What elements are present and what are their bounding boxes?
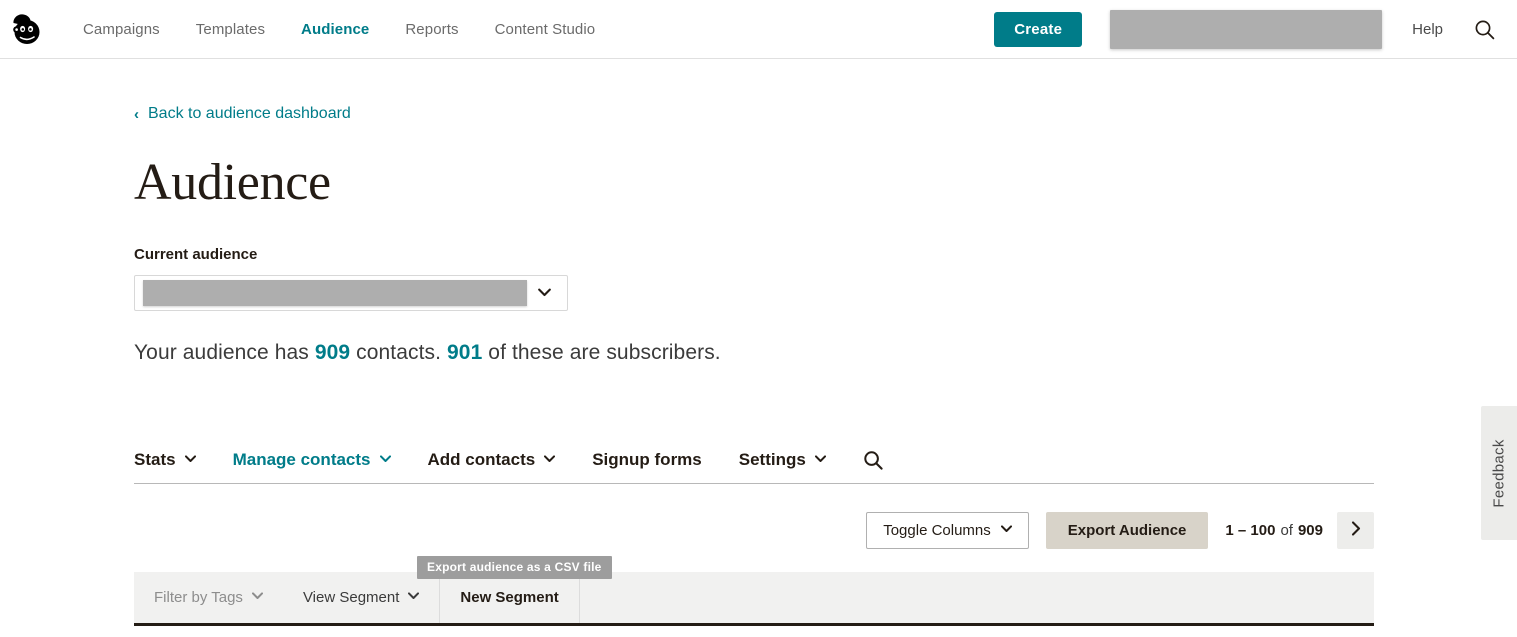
tab-stats[interactable]: Stats <box>134 450 196 470</box>
feedback-tab[interactable]: Feedback <box>1481 406 1517 540</box>
chevron-down-icon <box>527 288 561 297</box>
top-navigation-bar: Campaigns Templates Audience Reports Con… <box>0 0 1517 59</box>
chevron-down-icon <box>251 591 263 603</box>
view-segment-label: View Segment <box>302 588 400 606</box>
top-nav-right-group: Create Help <box>994 0 1517 59</box>
back-to-audience-dashboard-link[interactable]: ‹ Back to audience dashboard <box>134 105 351 123</box>
mailchimp-logo-icon[interactable] <box>8 10 44 48</box>
feedback-tab-label: Feedback <box>1490 438 1508 508</box>
contacts-count: 909 <box>314 340 351 364</box>
help-link[interactable]: Help <box>1412 21 1443 38</box>
nav-link-reports[interactable]: Reports <box>387 21 476 38</box>
chevron-down-icon <box>1000 524 1012 536</box>
summary-middle: contacts. <box>356 340 442 364</box>
tab-signup-forms-label: Signup forms <box>592 450 702 470</box>
chevron-right-icon <box>1351 521 1361 540</box>
pagination: 1 – 100 of 909 <box>1225 522 1323 539</box>
tab-signup-forms[interactable]: Signup forms <box>592 450 702 470</box>
nav-link-templates[interactable]: Templates <box>178 21 283 38</box>
page-title: Audience <box>134 153 331 211</box>
tab-manage-contacts-label: Manage contacts <box>232 450 371 470</box>
next-page-button[interactable] <box>1337 511 1374 549</box>
create-button[interactable]: Create <box>994 12 1083 47</box>
tab-manage-contacts[interactable]: Manage contacts <box>233 450 391 470</box>
current-audience-label: Current audience <box>134 245 258 263</box>
tab-settings-label: Settings <box>738 450 806 470</box>
chevron-down-icon <box>379 454 391 466</box>
toggle-columns-label: Toggle Columns <box>883 521 991 539</box>
audience-summary-text: Your audience has 909 contacts. 901 of t… <box>134 341 1517 365</box>
subscribers-count: 901 <box>447 340 483 364</box>
export-audience-button[interactable]: Export Audience <box>1045 511 1209 549</box>
chevron-left-icon: ‹ <box>134 105 139 123</box>
nav-link-content-studio[interactable]: Content Studio <box>477 21 614 38</box>
chevron-down-icon <box>544 454 556 466</box>
toggle-columns-button[interactable]: Toggle Columns <box>866 511 1029 549</box>
tab-add-contacts[interactable]: Add contacts <box>428 450 556 470</box>
segment-filter-bar: Filter by Tags View Segment New Segment <box>134 571 1374 626</box>
pagination-of-label: of <box>1280 521 1293 539</box>
new-segment-button[interactable]: New Segment <box>440 571 580 623</box>
page-content: ‹ Back to audience dashboard Audience Cu… <box>0 59 1517 626</box>
audience-name-redacted <box>143 279 527 306</box>
chevron-down-icon <box>184 454 196 466</box>
pagination-total: 909 <box>1297 521 1323 539</box>
account-name-redacted[interactable] <box>1110 10 1383 49</box>
primary-nav: Campaigns Templates Audience Reports Con… <box>83 21 613 38</box>
pagination-range: 1 – 100 <box>1225 521 1276 539</box>
nav-link-campaigns[interactable]: Campaigns <box>83 21 178 38</box>
chevron-down-icon <box>814 454 826 466</box>
export-audience-tooltip: Export audience as a CSV file <box>417 555 612 579</box>
summary-suffix: of these are subscribers. <box>488 340 721 364</box>
filter-by-tags-dropdown[interactable]: Filter by Tags <box>134 572 283 623</box>
search-icon[interactable] <box>1473 19 1495 41</box>
search-icon[interactable] <box>863 450 884 471</box>
filter-by-tags-label: Filter by Tags <box>154 588 243 606</box>
tab-stats-label: Stats <box>134 450 176 470</box>
summary-prefix: Your audience has <box>134 340 309 364</box>
chevron-down-icon <box>408 591 420 603</box>
tab-settings[interactable]: Settings <box>739 450 826 470</box>
current-audience-select[interactable] <box>134 274 568 311</box>
audience-tab-row: Stats Manage contacts Add contacts Signu… <box>134 450 1374 484</box>
back-link-label: Back to audience dashboard <box>148 105 351 122</box>
table-toolbar: Toggle Columns Export Audience 1 – 100 o… <box>134 511 1374 579</box>
view-segment-dropdown[interactable]: View Segment <box>283 571 441 623</box>
tab-add-contacts-label: Add contacts <box>427 450 536 470</box>
nav-link-audience[interactable]: Audience <box>283 21 387 38</box>
